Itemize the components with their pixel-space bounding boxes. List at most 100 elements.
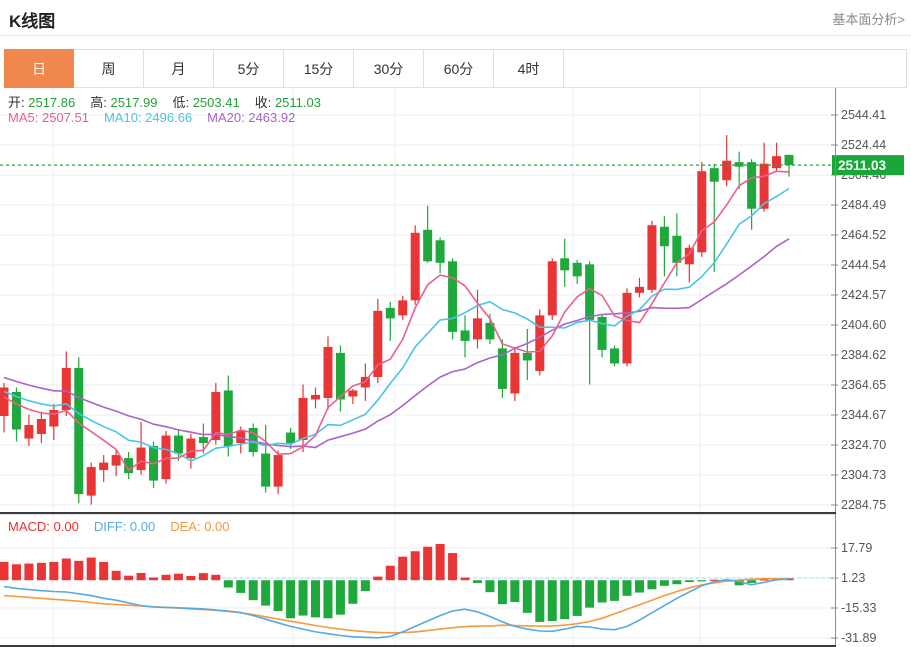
candle-body — [137, 448, 146, 471]
svg-text:2284.75: 2284.75 — [841, 498, 886, 512]
tab-15分[interactable]: 15分 — [284, 49, 354, 88]
candle-body — [299, 398, 308, 440]
candle-body — [348, 390, 357, 396]
tab-4时[interactable]: 4时 — [494, 49, 564, 88]
candle-body — [24, 425, 33, 439]
macd-bar — [697, 580, 706, 581]
candle-body — [560, 258, 569, 270]
candle-body — [535, 315, 544, 371]
macd-bar — [24, 564, 33, 581]
candle-body — [635, 287, 644, 293]
macd-bar — [299, 580, 308, 615]
candle-body — [99, 463, 108, 471]
candle-body — [274, 455, 283, 487]
candle-body — [323, 347, 332, 398]
candle-body — [623, 293, 632, 364]
macd-bar — [573, 580, 582, 616]
macd-bar — [398, 557, 407, 581]
header: K线图 基本面分析> — [0, 0, 911, 36]
svg-text:2364.65: 2364.65 — [841, 378, 886, 392]
svg-text:-31.89: -31.89 — [841, 631, 876, 645]
main-candlestick-chart: 2544.412524.442504.462484.492464.522444.… — [0, 88, 911, 514]
macd-bar — [510, 580, 519, 602]
candle-body — [710, 168, 719, 182]
macd-bar — [261, 580, 270, 605]
svg-text:2384.62: 2384.62 — [841, 348, 886, 362]
candle-body — [199, 437, 208, 443]
macd-bar — [461, 578, 470, 581]
candle-body — [448, 261, 457, 332]
tab-月[interactable]: 月 — [144, 49, 214, 88]
macd-bar — [610, 580, 619, 601]
macd-bar — [174, 574, 183, 581]
macd-bar — [37, 563, 46, 580]
tabbar-filler — [564, 49, 907, 88]
macd-axis: 17.79 1.23 -15.33 -31.89 — [831, 541, 876, 645]
ohlc-legend: 开: 2517.86高: 2517.99低: 2503.41收: 2511.03 — [8, 92, 336, 111]
macd-bar — [149, 578, 158, 581]
macd-bar — [137, 573, 146, 580]
page-title: K线图 — [9, 7, 55, 32]
macd-bar — [498, 580, 507, 604]
candle-body — [336, 353, 345, 400]
svg-text:2484.49: 2484.49 — [841, 198, 886, 212]
ohlc-row-item-2: 低: 2503.41 — [172, 92, 239, 111]
macd-histogram — [0, 544, 794, 622]
macd-bar — [211, 575, 220, 580]
macd-bar — [623, 580, 632, 596]
svg-text:2324.70: 2324.70 — [841, 438, 886, 452]
macd-bar — [224, 580, 233, 587]
macd-bar — [585, 580, 594, 607]
dea-line — [4, 579, 789, 633]
tab-周[interactable]: 周 — [74, 49, 144, 88]
svg-text:2511.03: 2511.03 — [838, 158, 887, 173]
ma20-line — [4, 239, 789, 448]
svg-text:2344.67: 2344.67 — [841, 408, 886, 422]
candle-body — [585, 264, 594, 320]
candle-body — [436, 240, 445, 263]
tab-30分[interactable]: 30分 — [354, 49, 424, 88]
candle-body — [573, 263, 582, 277]
main-gridlines — [0, 88, 835, 513]
svg-text:17.79: 17.79 — [841, 541, 872, 555]
tab-60分[interactable]: 60分 — [424, 49, 494, 88]
candle-body — [112, 455, 121, 466]
candle-body — [523, 353, 532, 361]
svg-text:2464.52: 2464.52 — [841, 228, 886, 242]
macd-bar — [448, 553, 457, 580]
macd-bar — [560, 580, 569, 619]
macd-bar — [249, 580, 258, 600]
candles-layer — [0, 135, 794, 504]
svg-text:2544.41: 2544.41 — [841, 108, 886, 122]
candle-body — [311, 395, 320, 400]
macd-bar — [336, 580, 345, 614]
candle-body — [772, 156, 781, 168]
candle-body — [261, 454, 270, 487]
candle-body — [647, 225, 656, 290]
tab-日[interactable]: 日 — [4, 49, 74, 88]
macd-bar — [236, 580, 245, 593]
svg-text:1.23: 1.23 — [841, 571, 865, 585]
candle-body — [785, 155, 794, 165]
fundamental-analysis-link[interactable]: 基本面分析> — [832, 9, 905, 28]
macd-row-item-2: DEA: 0.00 — [170, 519, 229, 534]
macd-row-item-1: DIFF: 0.00 — [94, 519, 155, 534]
candle-body — [598, 317, 607, 350]
macd-bar — [535, 580, 544, 622]
svg-text:-15.33: -15.33 — [841, 601, 876, 615]
macd-bar — [747, 580, 756, 583]
tab-5分[interactable]: 5分 — [214, 49, 284, 88]
macd-bar — [311, 580, 320, 617]
svg-text:2524.44: 2524.44 — [841, 138, 886, 152]
macd-bar — [423, 547, 432, 581]
candle-body — [386, 308, 395, 319]
macd-bar — [635, 580, 644, 592]
candle-body — [398, 300, 407, 315]
ma-row-item-2: MA20: 2463.92 — [207, 110, 295, 125]
macd-bar — [473, 580, 482, 583]
candle-body — [610, 348, 619, 363]
macd-bar — [49, 562, 58, 580]
candle-body — [373, 311, 382, 377]
ohlc-row-item-0: 开: 2517.86 — [8, 92, 75, 111]
macd-bar — [186, 576, 195, 580]
